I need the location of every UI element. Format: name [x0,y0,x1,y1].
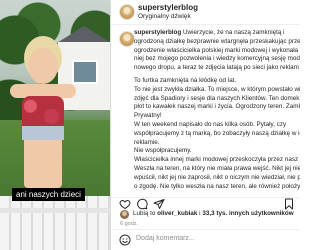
person-shorts [22,126,64,140]
author-avatar[interactable] [119,4,135,20]
caption-line: ogrodzoną działkę bezprawnie wtargnęła p… [134,37,300,45]
caption-line: zdjęć dla Spadiory i sesje dla naszych K… [134,94,300,102]
share-icon[interactable] [153,198,165,210]
caption-line: W ten weekend napisało do nas kilka osób… [134,120,287,128]
caption-line: Nie współpracujemy. [134,147,192,155]
heart-icon[interactable] [119,198,131,210]
emoji-icon[interactable] [119,234,131,246]
post-date[interactable]: 6 godz. [120,221,138,227]
caption-line: reklamie. [134,138,160,146]
caption-line: płot to kawałek naszej marki i życia. Og… [134,103,300,111]
caption-line: nowego dropu, a teraz te zdjęcia latają … [134,64,299,72]
person-head [28,48,58,84]
post-caption: superstylerblog Uwierzycie, że na naszą … [134,29,300,197]
post-media-photo[interactable]: ani naszych dzieci [0,0,110,250]
caption-line: To nie jest zwykła działka. To miejsce, … [134,85,300,93]
caption-line: o zgodę. Nie tylko weszła na nasz teren,… [134,182,300,190]
bookmark-icon[interactable] [283,198,295,210]
caption-line: To furtka zamknięta na kłódkę od lat. [134,76,237,84]
comment-author-username[interactable]: superstylerblog [134,29,181,36]
likes-prefix: Lubią to [133,210,158,217]
caption-line: współpracujemy z tą marką, bo zobaczyły … [134,129,300,137]
liker-username[interactable]: oliver_kubiak [157,210,197,217]
caption-line: Weszła na teren, na który nie miała praw… [134,164,300,172]
likes-count[interactable]: 33,3 tys. innych użytkowników [202,210,293,217]
house-window [72,60,98,84]
caption-line: niej bez mojego pozwolenia i wiedzy kome… [134,55,300,63]
caption-line: ogrodzenie właścicielka polskiej marki m… [134,46,299,54]
caption-line: wpuścił, nikt jej nie zaprosił, nikt o n… [134,173,300,181]
header-divider [111,24,300,25]
comment-icon[interactable] [136,198,148,210]
likes-text: Lubią to oliver_kubiak i 33,3 tys. innyc… [133,210,294,217]
post-header: superstylerblog Oryginalny dźwięk [111,0,300,24]
white-fence [0,196,110,250]
comment-author-avatar[interactable] [119,31,135,47]
add-comment-bar: Dodaj komentarz... [111,230,300,250]
caption-line: Właścicielka innej marki modowej przesko… [134,156,300,164]
author-username[interactable]: superstylerblog [138,3,198,12]
video-caption: ani naszych dzieci [12,188,85,201]
caption-line: Prywatny! [134,112,162,120]
add-comment-input[interactable]: Dodaj komentarz... [136,235,195,242]
likes-summary: Lubią to oliver_kubiak i 33,3 tys. innyc… [111,210,300,222]
person-top [22,96,64,130]
liker-avatar[interactable] [120,210,129,219]
caption-line: Uwierzycie, że na naszą zamkniętą i [181,29,285,36]
fence-rail [0,208,110,213]
audio-label[interactable]: Oryginalny dźwięk [138,13,191,20]
